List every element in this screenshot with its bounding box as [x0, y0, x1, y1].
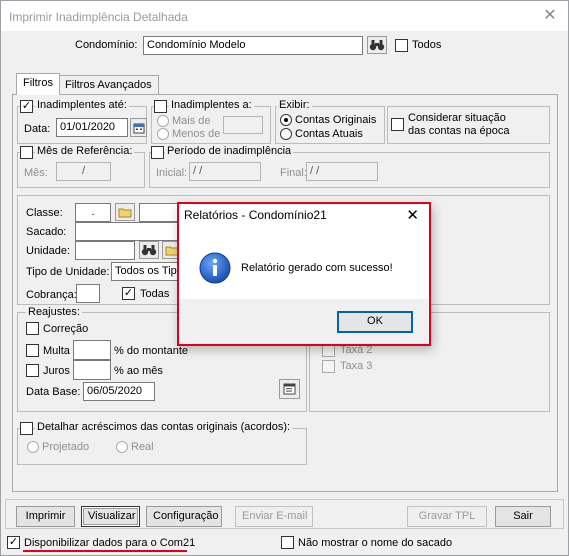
dialog-footer: OK: [179, 299, 429, 344]
sacado-label: Sacado:: [26, 226, 67, 238]
real-radio[interactable]: [116, 441, 128, 453]
todos-label: Todos: [412, 39, 442, 51]
mais-de-label: Mais de: [172, 115, 211, 127]
dialog-title: Relatórios - Condomínio21: [184, 208, 327, 222]
inadimplentes-a-checkbox[interactable]: [154, 100, 167, 113]
tab-filtros[interactable]: Filtros: [16, 73, 60, 95]
contas-originais-label: Contas Originais: [295, 114, 377, 126]
sair-button[interactable]: Sair: [495, 506, 551, 527]
projetado-radio[interactable]: [27, 441, 39, 453]
mes-input[interactable]: /: [56, 162, 111, 181]
window-settings-icon: [283, 383, 295, 395]
folder-icon: [118, 208, 132, 217]
correcao-label: Correção: [43, 323, 89, 335]
contas-originais-radio[interactable]: [280, 114, 292, 126]
juros-checkbox[interactable]: [26, 364, 39, 377]
classe-folder-button[interactable]: [115, 203, 135, 221]
classe-label: Classe:: [26, 207, 63, 219]
considerar-label-line1: Considerar situação: [408, 112, 506, 124]
tipo-unidade-select[interactable]: Todos os Tipo: [111, 262, 183, 281]
dialog-close-icon[interactable]: ✕: [406, 206, 419, 224]
inadimplentes-ate-label: Inadimplentes até:: [35, 99, 129, 111]
juros-suffix: % ao mês: [114, 365, 163, 377]
todas-label: Todas: [140, 288, 170, 300]
reajustes-config-button[interactable]: [279, 379, 300, 399]
ok-button[interactable]: OK: [337, 311, 413, 333]
data-input[interactable]: 01/01/2020: [56, 118, 128, 137]
reajustes-legend: Reajustes:: [26, 306, 82, 318]
classe-input[interactable]: .: [75, 203, 111, 222]
juros-input[interactable]: [73, 360, 111, 380]
menos-de-radio[interactable]: [157, 128, 169, 140]
imprimir-button[interactable]: Imprimir: [16, 506, 75, 527]
final-label: Final:: [280, 167, 307, 179]
binoculars-icon: [141, 245, 157, 256]
correcao-checkbox[interactable]: [26, 322, 39, 335]
info-icon: [199, 252, 231, 287]
sacado-input[interactable]: [75, 222, 183, 241]
periodo-label: Período de inadimplência: [165, 145, 294, 157]
window-title: Imprimir Inadimplência Detalhada: [9, 10, 188, 24]
taxa3-label: Taxa 3: [340, 360, 373, 372]
nao-mostrar-checkbox[interactable]: [281, 536, 294, 549]
nao-mostrar-label: Não mostrar o nome do sacado: [298, 537, 453, 549]
projetado-label: Projetado: [42, 441, 90, 453]
unidade-input[interactable]: [75, 241, 135, 260]
periodo-checkbox[interactable]: [151, 146, 164, 159]
contas-atuais-label: Contas Atuais: [295, 128, 363, 140]
multa-suffix: % do montante: [114, 345, 188, 357]
mais-de-radio[interactable]: [157, 115, 169, 127]
mes-referencia-label: Mês de Referência:: [35, 145, 135, 157]
unidade-search-button[interactable]: [139, 241, 159, 259]
unidade-label: Unidade:: [26, 245, 71, 257]
multa-input[interactable]: [73, 340, 111, 360]
cobranca-label: Cobrança:: [26, 289, 77, 301]
binoculars-search-button[interactable]: [367, 36, 387, 54]
inicial-label: Inicial:: [156, 167, 188, 179]
taxa3-checkbox[interactable]: [322, 360, 335, 373]
calendar-button[interactable]: [130, 118, 147, 137]
message-dialog: Relatórios - Condomínio21 ✕ Relatório ge…: [177, 202, 431, 346]
acordos-label: Detalhar acréscimos das contas originais…: [35, 421, 293, 433]
multa-checkbox[interactable]: [26, 344, 39, 357]
todas-checkbox[interactable]: ✓: [122, 287, 135, 300]
calendar-icon: [133, 123, 144, 133]
real-label: Real: [131, 441, 154, 453]
title-bar: Imprimir Inadimplência Detalhada ✕: [1, 1, 568, 31]
tipo-unidade-label: Tipo de Unidade:: [26, 266, 110, 278]
contas-atuais-radio[interactable]: [280, 128, 292, 140]
data-label: Data:: [24, 123, 51, 135]
final-input[interactable]: / /: [306, 162, 378, 181]
condominio-input[interactable]: Condomínio Modelo: [143, 36, 363, 55]
inicial-input[interactable]: / /: [189, 162, 261, 181]
gravar-tpl-button[interactable]: Gravar TPL: [407, 506, 487, 527]
disponibilizar-label: Disponibilizar dados para o Com21: [24, 537, 196, 549]
inadimplentes-ate-checkbox[interactable]: ✓: [20, 100, 33, 113]
acordos-checkbox[interactable]: [20, 422, 33, 435]
inadimplentes-a-label: Inadimplentes a:: [169, 99, 254, 111]
configuracao-button[interactable]: Configuração: [146, 506, 222, 527]
todos-checkbox[interactable]: [395, 39, 408, 52]
cobranca-select[interactable]: [76, 284, 100, 303]
mes-referencia-checkbox[interactable]: [20, 146, 33, 159]
considerar-label-line2: das contas na época: [408, 125, 510, 137]
binoculars-icon: [369, 40, 385, 51]
considerar-checkbox[interactable]: [391, 118, 404, 131]
menos-de-label: Menos de: [172, 128, 221, 140]
window-close-icon[interactable]: ✕: [540, 6, 560, 26]
juros-label: Juros: [43, 365, 70, 377]
data-base-input[interactable]: 06/05/2020: [83, 382, 155, 401]
mes-label: Mês:: [24, 167, 48, 179]
visualizar-button[interactable]: Visualizar: [81, 506, 140, 527]
tab-filtros-avancados[interactable]: Filtros Avançados: [58, 75, 159, 95]
exibir-label: Exibir:: [277, 99, 312, 111]
multa-label: Multa: [43, 345, 70, 357]
dias-input[interactable]: [223, 116, 263, 134]
red-underline-annotation: [23, 550, 187, 552]
enviar-email-button[interactable]: Enviar E-mail: [235, 506, 313, 527]
dialog-message: Relatório gerado com sucesso!: [241, 262, 393, 274]
disponibilizar-checkbox[interactable]: ✓: [7, 536, 20, 549]
data-base-label: Data Base:: [26, 386, 81, 398]
condominio-label: Condomínio:: [75, 39, 138, 51]
